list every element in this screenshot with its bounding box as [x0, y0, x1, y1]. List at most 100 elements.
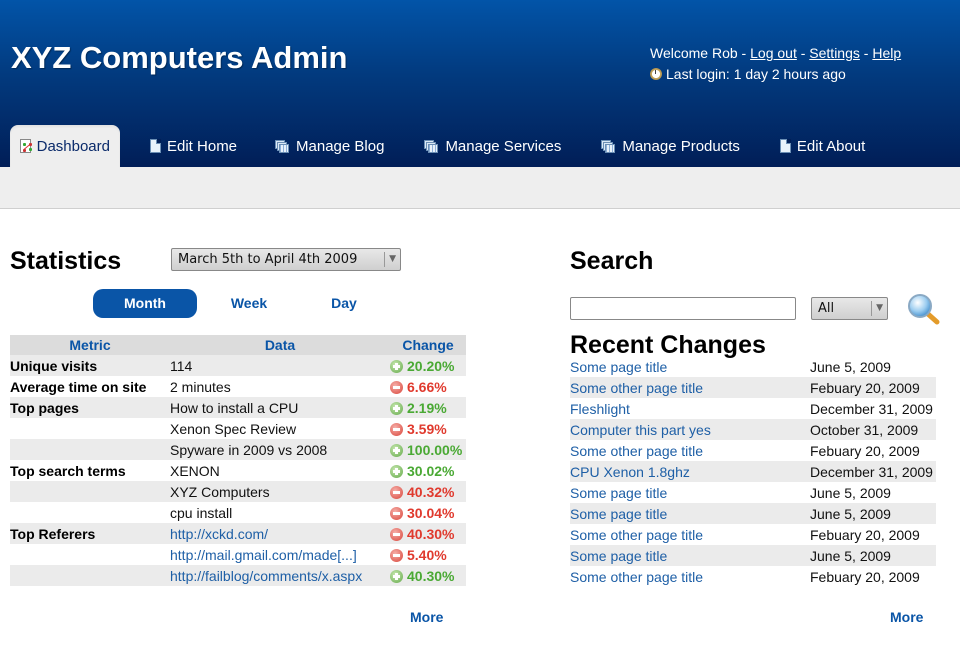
change-cell: 40.30%: [390, 523, 466, 544]
period-month-button[interactable]: Month: [93, 289, 197, 318]
page-title-link[interactable]: Some other page title: [570, 569, 703, 585]
table-row: Top search terms XENON 30.02%: [10, 460, 466, 481]
recent-changes-body: Some page title June 5, 2009 Some other pa…: [570, 356, 936, 587]
data-cell: http://mail.gmail.com/made[...]: [170, 544, 390, 565]
page-title-link[interactable]: Some page title: [570, 359, 667, 375]
plus-circle-icon: [390, 401, 403, 415]
settings-link[interactable]: Settings: [809, 45, 860, 61]
referer-link[interactable]: http://mail.gmail.com/made[...]: [170, 547, 357, 563]
statistics-title: Statistics: [10, 247, 122, 275]
page-title-link[interactable]: Some other page title: [570, 443, 703, 459]
statistics-more-link[interactable]: More: [410, 609, 443, 625]
tab-dashboard[interactable]: Dashboard: [10, 125, 120, 167]
change-title-cell: Some page title: [570, 503, 810, 524]
change-title-cell: Some other page title: [570, 440, 810, 461]
data-cell: 114: [170, 355, 390, 376]
table-row: Top pages How to install a CPU 2.19%: [10, 397, 466, 418]
help-link[interactable]: Help: [872, 45, 901, 61]
tab-manage-services[interactable]: Manage Services: [424, 125, 561, 167]
column-header-change[interactable]: Change: [390, 335, 466, 355]
table-row: Xenon Spec Review 3.59%: [10, 418, 466, 439]
plus-circle-icon: [390, 569, 403, 583]
chevron-down-icon: ▼: [871, 301, 883, 316]
tab-manage-products[interactable]: Manage Products: [601, 125, 740, 167]
change-date: June 5, 2009: [810, 484, 891, 501]
referer-link[interactable]: http://failblog/comments/x.aspx: [170, 568, 362, 584]
change-title-cell: Some other page title: [570, 566, 810, 587]
metric-cell: Top Referers: [10, 523, 170, 544]
list-item: CPU Xenon 1.8ghz December 31, 2009: [570, 461, 936, 482]
tab-edit-about[interactable]: Edit About: [779, 125, 866, 167]
period-toggle: Month Week Day: [93, 289, 387, 318]
column-header-data[interactable]: Data: [170, 335, 390, 355]
search-scope-select[interactable]: All ▼: [811, 297, 888, 320]
page-title-link[interactable]: Fleshlight: [570, 401, 630, 417]
chevron-down-icon: ▼: [384, 252, 396, 267]
page-title-link[interactable]: Some page title: [570, 485, 667, 501]
welcome-text: Welcome Rob: [650, 45, 738, 61]
change-date: Febuary 20, 2009: [810, 526, 920, 543]
statistics-table-body: Unique visits 114 20.20% Average time on si…: [10, 355, 466, 586]
period-week-button[interactable]: Week: [197, 289, 301, 318]
search-input[interactable]: [570, 297, 796, 320]
page-title-link[interactable]: CPU Xenon 1.8ghz: [570, 464, 690, 480]
table-row: Top Referers http://xckd.com/40.30%: [10, 523, 466, 544]
table-row: Spyware in 2009 vs 2008 100.00%: [10, 439, 466, 460]
list-item: Some other page title Febuary 20, 2009: [570, 524, 936, 545]
change-date: December 31, 2009: [810, 461, 936, 482]
metric-cell: [10, 418, 170, 439]
change-value: 6.66%: [407, 378, 447, 395]
change-cell: 6.66%: [390, 376, 466, 397]
column-header-metric[interactable]: Metric: [10, 335, 170, 355]
metric-cell: [10, 502, 170, 523]
tab-edit-home[interactable]: Edit Home: [150, 125, 237, 167]
change-title-cell: Some other page title: [570, 524, 810, 545]
data-cell: How to install a CPU: [170, 397, 390, 418]
tab-label: Edit About: [796, 137, 866, 155]
change-title-cell: Some page title: [570, 482, 810, 503]
document-icon: [150, 139, 161, 153]
metric-cell: Unique visits: [10, 355, 170, 376]
list-item: Computer this part yes October 31, 2009: [570, 419, 936, 440]
sub-navigation-bar: [0, 167, 960, 209]
change-value: 100.00%: [407, 441, 463, 458]
page-title-link[interactable]: Some other page title: [570, 380, 703, 396]
table-row: http://mail.gmail.com/made[...] 5.40%: [10, 544, 466, 565]
change-date: Febuary 20, 2009: [810, 377, 936, 398]
search-button[interactable]: [906, 292, 940, 326]
clock-icon: [650, 68, 662, 80]
change-value: 5.40%: [407, 546, 447, 563]
page-title-link[interactable]: Some page title: [570, 548, 667, 564]
page-title-link[interactable]: Some page title: [570, 506, 667, 522]
metric-cell: [10, 544, 170, 565]
list-item: Some page title June 5, 2009: [570, 503, 936, 524]
change-date: Febuary 20, 2009: [810, 568, 920, 585]
change-cell: 3.59%: [390, 418, 466, 439]
table-header-row: Metric Data Change: [10, 335, 466, 355]
change-date: December 31, 2009: [810, 400, 933, 417]
change-title-cell: Some page title: [570, 545, 810, 566]
tab-manage-blog[interactable]: Manage Blog: [275, 125, 384, 167]
list-item: Some other page title Febuary 20, 2009: [570, 566, 936, 587]
recent-changes-more-link[interactable]: More: [890, 609, 923, 625]
change-value: 3.59%: [407, 420, 447, 437]
change-date: June 5, 2009: [810, 503, 936, 524]
table-row: http://failblog/comments/x.aspx 40.30%: [10, 565, 466, 586]
page-title-link[interactable]: Some other page title: [570, 527, 703, 543]
stacked-windows-icon: [275, 139, 290, 153]
change-title-cell: Computer this part yes: [570, 419, 810, 440]
change-title-cell: Some page title: [570, 356, 810, 377]
data-cell: http://xckd.com/: [170, 523, 390, 544]
data-cell: Spyware in 2009 vs 2008: [170, 439, 390, 460]
referer-link[interactable]: http://xckd.com/: [170, 526, 268, 542]
date-range-value: March 5th to April 4th 2009: [178, 252, 358, 267]
change-cell: 20.20%: [390, 355, 466, 376]
logout-link[interactable]: Log out: [750, 45, 797, 61]
list-item: Fleshlight December 31, 2009: [570, 398, 936, 419]
period-day-button[interactable]: Day: [301, 289, 387, 318]
table-row: XYZ Computers 40.32%: [10, 481, 466, 502]
date-range-select[interactable]: March 5th to April 4th 2009 ▼: [171, 248, 401, 271]
change-date: October 31, 2009: [810, 419, 936, 440]
page-title-link[interactable]: Computer this part yes: [570, 422, 711, 438]
change-cell: 5.40%: [390, 544, 466, 565]
